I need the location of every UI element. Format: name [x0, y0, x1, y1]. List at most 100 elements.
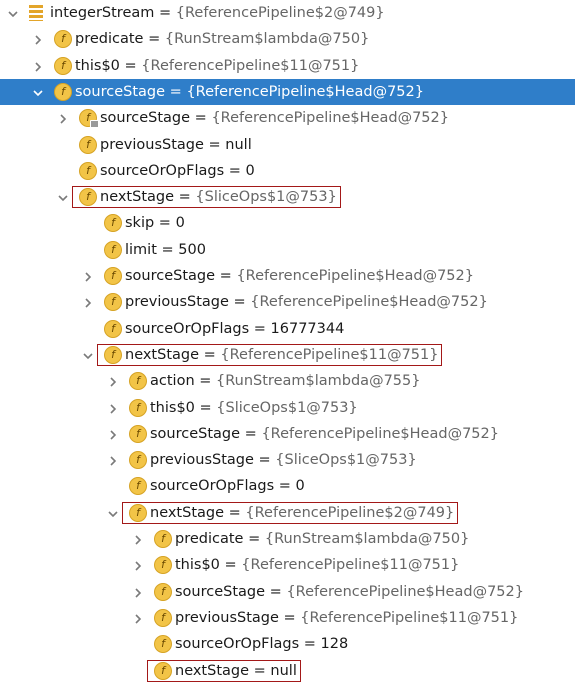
variable-name: previousStage: [150, 452, 254, 469]
chevron-down-icon[interactable]: [82, 350, 94, 362]
tree-row-sourceStage[interactable]: f sourceStage = {ReferencePipeline$Head@7…: [0, 263, 575, 289]
variable-value: 16777344: [270, 320, 345, 337]
chevron-right-icon[interactable]: [132, 587, 144, 599]
field-icon: f: [104, 214, 122, 233]
tree-row-previousStage[interactable]: f previousStage = {ReferencePipeline$11@7…: [0, 605, 575, 631]
node-label: sourceStage = {ReferencePipeline$Head@75…: [75, 83, 424, 101]
tree-row-nextStage[interactable]: f nextStage = {SliceOps$1@753}: [0, 184, 575, 210]
tree-row-nextStage[interactable]: f nextStage = null: [0, 658, 575, 684]
tree-row-this$0[interactable]: f this$0 = {ReferencePipeline$11@751}: [0, 53, 575, 79]
equals-sign: =: [224, 162, 246, 179]
variable-value: {ReferencePipeline$11@751}: [241, 557, 460, 574]
node-label: previousStage = {SliceOps$1@753}: [150, 451, 417, 469]
node-label: sourceOrOpFlags = 16777344: [125, 320, 344, 338]
equals-sign: =: [154, 215, 176, 232]
field-icon: f: [154, 635, 172, 654]
tree-row-integerStream[interactable]: integerStream = {ReferencePipeline$2@749…: [0, 0, 575, 26]
variable-value: 128: [320, 636, 349, 653]
chevron-down-icon[interactable]: [7, 8, 19, 20]
tree-row-sourceOrOpFlags[interactable]: f sourceOrOpFlags = 0: [0, 158, 575, 184]
node-label: limit = 500: [125, 241, 206, 259]
variable-value: {ReferencePipeline$Head@752}: [186, 83, 424, 100]
tree-row-sourceOrOpFlags[interactable]: f sourceOrOpFlags = 0: [0, 473, 575, 499]
equals-sign: =: [278, 609, 301, 626]
variables-tree[interactable]: integerStream = {ReferencePipeline$2@749…: [0, 0, 575, 686]
equals-sign: =: [219, 557, 242, 574]
field-icon: f: [154, 582, 172, 601]
variable-name: sourceOrOpFlags: [100, 162, 225, 179]
variable-name: predicate: [175, 531, 244, 547]
field-icon: f: [104, 267, 122, 285]
highlight-box: [122, 501, 458, 524]
tree-row-sourceOrOpFlags[interactable]: f sourceOrOpFlags = 16777344: [0, 316, 575, 342]
variable-value: 500: [178, 241, 206, 258]
field-icon: f: [79, 135, 97, 154]
variable-value: {ReferencePipeline$Head@752}: [211, 110, 449, 127]
tree-row-sourceStage[interactable]: f sourceStage = {ReferencePipeline$Head@7…: [0, 421, 575, 447]
equals-sign: =: [215, 268, 237, 284]
variable-value: {SliceOps$1@753}: [216, 399, 358, 416]
chevron-right-icon[interactable]: [107, 455, 119, 467]
equals-sign: =: [165, 83, 187, 100]
field-icon: f: [129, 477, 147, 496]
chevron-right-icon[interactable]: [107, 429, 119, 441]
tree-row-this$0[interactable]: f this$0 = {ReferencePipeline$11@751}: [0, 552, 575, 578]
variable-value: {ReferencePipeline$11@751}: [141, 57, 360, 74]
tree-row-sourceOrOpFlags[interactable]: f sourceOrOpFlags = 128: [0, 631, 575, 657]
tree-row-previousStage[interactable]: f previousStage = {ReferencePipeline$Head…: [0, 289, 575, 315]
field-icon: f: [79, 161, 97, 180]
chevron-down-icon[interactable]: [57, 192, 69, 204]
variable-name: integerStream: [50, 5, 155, 21]
node-label: action = {RunStream$lambda@755}: [150, 372, 420, 390]
node-label: skip = 0: [125, 214, 185, 232]
variable-name: sourceStage: [150, 425, 241, 442]
highlight-box: [97, 343, 442, 366]
tree-row-action[interactable]: f action = {RunStream$lambda@755}: [0, 368, 575, 394]
chevron-right-icon[interactable]: [132, 534, 144, 546]
variable-value: {ReferencePipeline$Head@752}: [261, 425, 499, 442]
tree-row-sourceStage[interactable]: f sourceStage = {ReferencePipeline$Head@7…: [0, 105, 575, 131]
variable-value: {ReferencePipeline$2@749}: [175, 5, 385, 21]
chevron-right-icon[interactable]: [107, 403, 119, 415]
field-icon: f: [154, 530, 172, 548]
chevron-right-icon[interactable]: [107, 376, 119, 388]
field-icon: f: [54, 82, 72, 101]
node-label: predicate = {RunStream$lambda@750}: [75, 30, 369, 48]
node-label: previousStage = {ReferencePipeline$11@75…: [175, 609, 518, 627]
chevron-right-icon[interactable]: [132, 613, 144, 625]
variable-name: limit: [125, 241, 157, 258]
tree-row-nextStage[interactable]: f nextStage = {ReferencePipeline$11@751}: [0, 342, 575, 368]
tree-row-previousStage[interactable]: f previousStage = {SliceOps$1@753}: [0, 447, 575, 473]
variable-value: 0: [245, 162, 255, 179]
tree-row-predicate[interactable]: f predicate = {RunStream$lambda@750}: [0, 26, 575, 52]
tree-row-limit[interactable]: f limit = 500: [0, 237, 575, 263]
variable-value: {ReferencePipeline$Head@752}: [286, 583, 524, 600]
chevron-right-icon[interactable]: [32, 34, 44, 46]
tree-row-sourceStage[interactable]: f sourceStage = {ReferencePipeline$Head@7…: [0, 579, 575, 605]
chevron-down-icon[interactable]: [32, 87, 44, 99]
chevron-right-icon[interactable]: [82, 271, 94, 283]
tree-row-skip[interactable]: f skip = 0: [0, 210, 575, 236]
variable-name: sourceOrOpFlags: [150, 478, 275, 495]
chevron-right-icon[interactable]: [132, 560, 144, 572]
field-lock-icon: f: [79, 109, 99, 129]
chevron-right-icon[interactable]: [32, 61, 44, 73]
tree-row-predicate[interactable]: f predicate = {RunStream$lambda@750}: [0, 526, 575, 552]
tree-row-previousStage[interactable]: f previousStage = null: [0, 132, 575, 158]
node-label: previousStage = {ReferencePipeline$Head@…: [125, 293, 488, 311]
equals-sign: =: [265, 583, 287, 600]
node-label: predicate = {RunStream$lambda@750}: [175, 530, 469, 548]
equals-sign: =: [194, 373, 217, 390]
node-label: previousStage = null: [100, 136, 252, 154]
field-icon: f: [154, 556, 172, 575]
equals-sign: =: [190, 110, 212, 127]
chevron-right-icon[interactable]: [57, 113, 69, 125]
field-icon: f: [54, 56, 72, 75]
tree-row-this$0[interactable]: f this$0 = {SliceOps$1@753}: [0, 395, 575, 421]
tree-row-nextStage[interactable]: f nextStage = {ReferencePipeline$2@749}: [0, 500, 575, 526]
chevron-down-icon[interactable]: [107, 508, 119, 520]
variable-name: sourceStage: [75, 83, 166, 100]
chevron-right-icon[interactable]: [82, 297, 94, 309]
tree-row-sourceStage[interactable]: f sourceStage = {ReferencePipeline$Head@7…: [0, 78, 575, 105]
field-icon: f: [129, 451, 147, 470]
